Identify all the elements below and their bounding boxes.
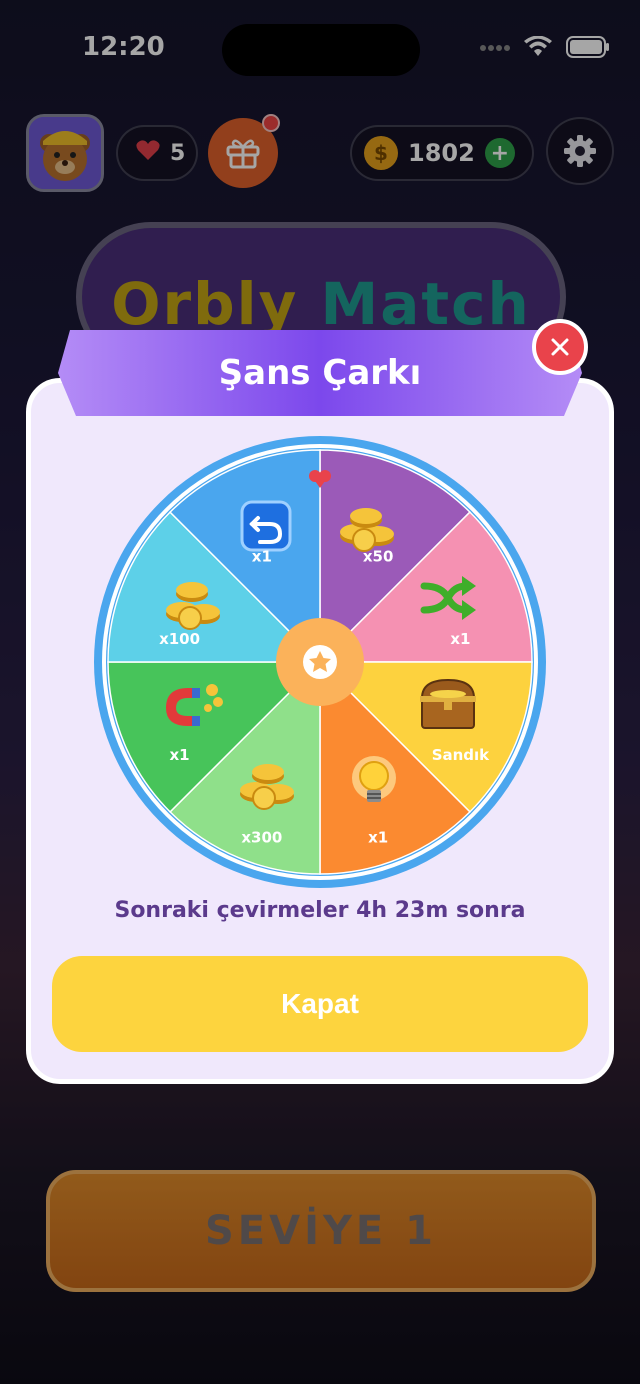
next-spin-text: Sonraki çevirmeler 4h 23m sonra <box>114 898 526 923</box>
wheel-segment-label: x1 <box>368 828 388 846</box>
wheel-segment-label: x1 <box>252 548 272 566</box>
wheel-segment-label: x50 <box>363 548 394 566</box>
close-icon <box>551 338 569 356</box>
close-button[interactable] <box>532 319 588 375</box>
close-modal-button[interactable]: Kapat <box>52 956 588 1052</box>
modal-title: Şans Çarkı <box>218 353 422 393</box>
lucky-wheel[interactable]: x50 x1 Sandık x1 x300 x1 x100 x1 <box>92 434 548 890</box>
wheel-graphic: x50 x1 Sandık x1 x300 x1 x100 x1 <box>94 436 546 888</box>
wheel-segment-label: Sandık <box>432 746 490 764</box>
modal-title-ribbon: Şans Çarkı <box>58 330 582 416</box>
wheel-segment-label: x1 <box>170 746 190 764</box>
wheel-segment-label: x100 <box>159 630 200 648</box>
treasure-chest-icon <box>420 678 476 729</box>
wheel-segment-label: x300 <box>241 828 282 846</box>
undo-icon <box>240 500 292 552</box>
wheel-segment-label: x1 <box>450 630 470 648</box>
